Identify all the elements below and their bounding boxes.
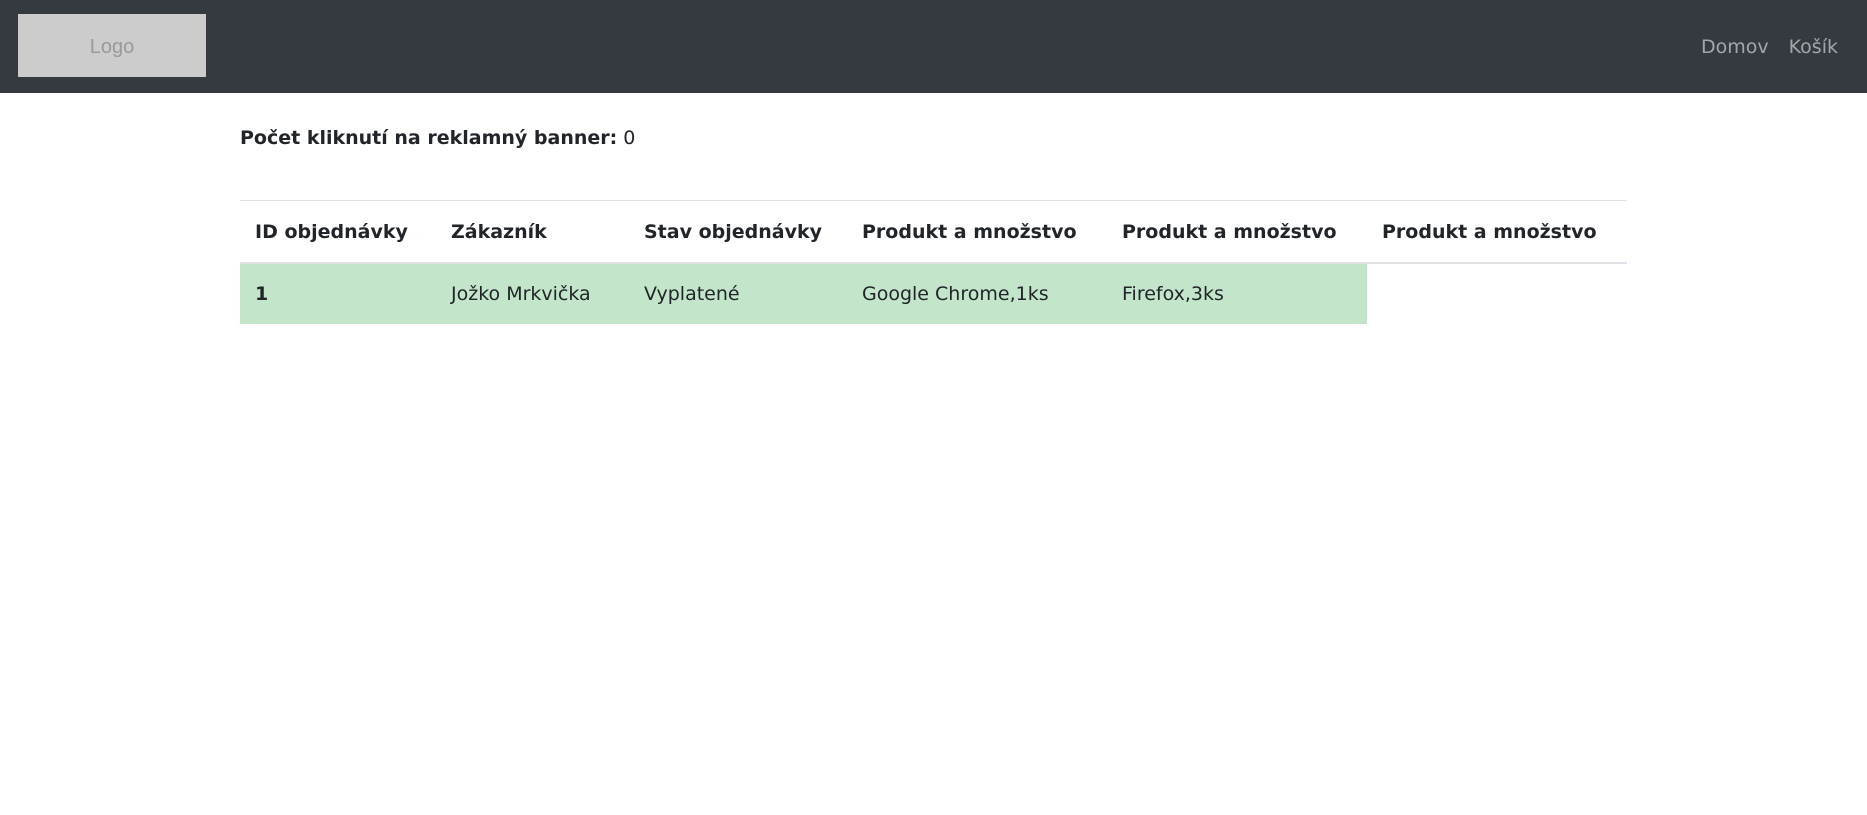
header-order-id: ID objednávky — [240, 200, 436, 264]
product-cell-2: Firefox,3ks — [1107, 263, 1367, 324]
nav-link-cart[interactable]: Košík — [1789, 35, 1838, 59]
counter-label: Počet kliknutí na reklamný banner: — [240, 127, 618, 149]
product-cell-1: Google Chrome,1ks — [847, 263, 1107, 324]
table-header-row: ID objednávky Zákazník Stav objednávky P… — [240, 200, 1627, 264]
logo[interactable]: Logo — [18, 14, 206, 77]
navbar: Logo Domov Košík — [0, 0, 1867, 93]
main-content: Počet kliknutí na reklamný banner: 0 ID … — [240, 93, 1627, 324]
header-order-status: Stav objednávky — [629, 200, 847, 264]
header-product-1: Produkt a množstvo — [847, 200, 1107, 264]
header-product-3: Produkt a množstvo — [1367, 200, 1627, 264]
order-id-cell: 1 — [240, 263, 436, 324]
banner-click-counter: Počet kliknutí na reklamný banner: 0 — [240, 126, 1627, 150]
logo-text: Logo — [89, 36, 135, 58]
table-row: 1 Jožko Mrkvička Vyplatené Google Chrome… — [240, 263, 1627, 324]
nav-link-home[interactable]: Domov — [1701, 35, 1769, 59]
orders-table: ID objednávky Zákazník Stav objednávky P… — [240, 200, 1627, 324]
header-customer: Zákazník — [436, 200, 629, 264]
header-product-2: Produkt a množstvo — [1107, 200, 1367, 264]
nav-links: Domov Košík — [1701, 35, 1838, 59]
counter-value: 0 — [623, 127, 636, 149]
status-cell: Vyplatené — [629, 263, 847, 324]
customer-cell: Jožko Mrkvička — [436, 263, 629, 324]
